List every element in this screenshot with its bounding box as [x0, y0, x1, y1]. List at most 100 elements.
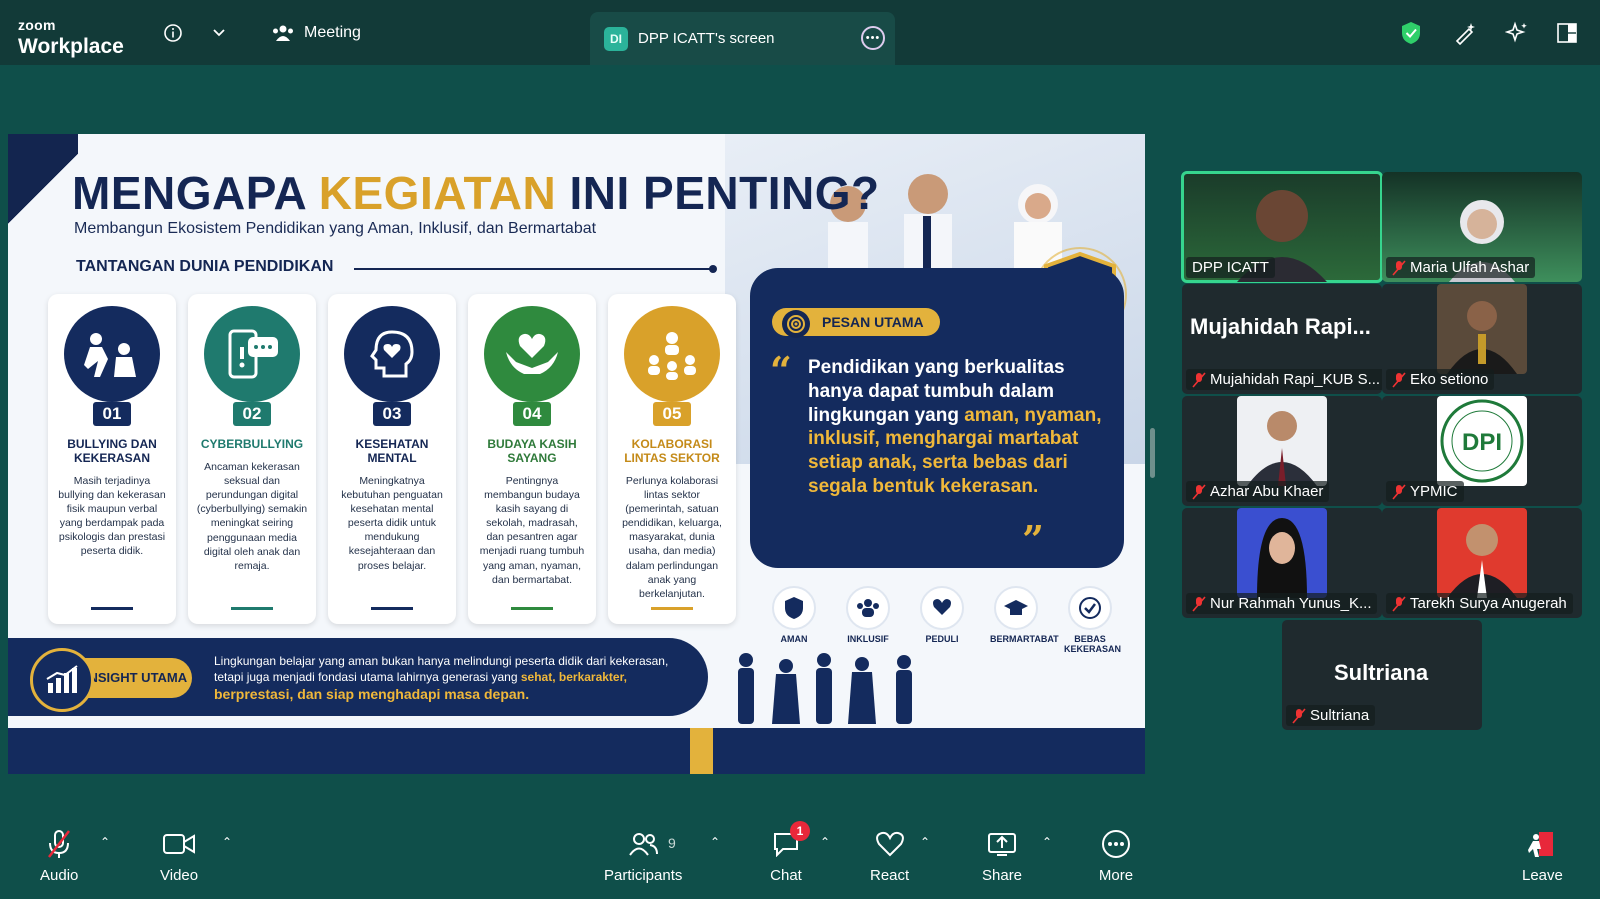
participant-name-tag: Azhar Abu Khaer: [1186, 481, 1330, 502]
open-quote-mark: “: [770, 348, 792, 393]
video-options-caret-icon[interactable]: ⌃: [222, 835, 232, 849]
info-icon[interactable]: [160, 20, 186, 46]
card-description: Meningkatnya kebutuhan penguatan kesehat…: [341, 474, 443, 572]
card-underline: [651, 607, 693, 610]
card-description: Pentingnya membangun budaya kasih sayang…: [479, 474, 585, 586]
participant-tile[interactable]: Sultriana Sultriana: [1282, 620, 1482, 730]
key-message-box: PESAN UTAMA “ Pendidikan yang berkualita…: [750, 268, 1124, 568]
participants-icon: [625, 827, 661, 861]
react-button[interactable]: React: [870, 827, 909, 884]
chat-unread-badge: 1: [790, 821, 810, 841]
card-title: CYBERBULLYING: [200, 437, 304, 451]
slide-subtitle: Membangun Ekosistem Pendidikan yang Aman…: [74, 220, 597, 237]
close-quote-mark: ”: [1022, 517, 1044, 562]
annotate-icon[interactable]: [1452, 20, 1478, 46]
students-silhouette: [738, 653, 912, 724]
mic-muted-icon: [1192, 595, 1206, 612]
participant-tile[interactable]: DPP ICATT: [1181, 171, 1383, 283]
shared-screen-slide: MENGAPA KEGIATAN INI PENTING? Membangun …: [8, 134, 1145, 774]
card-description: Perlunya kolaborasi lintas sektor (pemer…: [622, 474, 722, 600]
chat-button[interactable]: 1 Chat: [768, 821, 810, 884]
meeting-toolbar: Audio ⌃ Video ⌃ Participants 9 ⌃ 1 Chat …: [0, 815, 1600, 899]
chevron-down-icon[interactable]: [206, 20, 232, 46]
challenge-card: 01 BULLYING DAN KEKERASAN Masih terjadin…: [48, 294, 176, 624]
participants-options-caret-icon[interactable]: ⌃: [710, 835, 720, 849]
participant-name-tag: YPMIC: [1386, 481, 1464, 502]
more-button[interactable]: More: [1098, 827, 1134, 884]
meeting-view-button[interactable]: Meeting: [272, 24, 361, 42]
video-button[interactable]: Video: [160, 827, 198, 884]
mic-muted-icon: [1392, 595, 1406, 612]
screen-share-title: DPP ICATT's screen: [638, 30, 775, 47]
card-underline: [91, 607, 133, 610]
ypmic-logo: DPI: [1437, 396, 1527, 486]
participant-tile[interactable]: Maria Ulfah Ashar: [1382, 172, 1582, 282]
slide-corner-stripe: [8, 134, 78, 244]
participant-tile[interactable]: Azhar Abu Khaer: [1182, 396, 1382, 506]
heart-icon: [872, 827, 908, 861]
svg-text:DPI: DPI: [1462, 429, 1502, 456]
leave-door-icon: [1524, 827, 1560, 861]
ai-companion-icon[interactable]: [1504, 20, 1530, 46]
participant-name-tag: Nur Rahmah Yunus_K...: [1186, 593, 1378, 614]
card-title: KESEHATAN MENTAL: [355, 437, 429, 465]
mic-muted-icon: [1392, 483, 1406, 500]
group-icon: [846, 586, 890, 630]
share-more-icon[interactable]: •••: [861, 26, 885, 50]
bullying-icon: 01: [64, 306, 160, 426]
video-camera-icon: [161, 827, 197, 861]
zoom-workplace-logo: zoom Workplace: [18, 18, 124, 57]
slide-title: MENGAPA KEGIATAN INI PENTING?: [72, 167, 880, 219]
card-description: Ancaman kekerasan seksual dan perundunga…: [196, 460, 308, 572]
leave-button[interactable]: Leave: [1522, 827, 1563, 884]
key-message-label: PESAN UTAMA: [772, 308, 940, 338]
top-bar: zoom Workplace Meeting DI DPP ICATT's sc…: [0, 0, 1600, 65]
profile-photo: [1437, 508, 1527, 598]
people-icon: [273, 25, 293, 41]
share-screen-icon: [984, 827, 1020, 861]
card-number: 01: [93, 402, 131, 426]
audio-button[interactable]: Audio: [40, 827, 78, 884]
screen-share-tab[interactable]: DI DPP ICATT's screen •••: [590, 12, 895, 65]
video-label: Video: [160, 867, 199, 884]
graduation-cap-icon: [994, 586, 1038, 630]
insight-text: Lingkungan belajar yang aman bukan hanya…: [214, 654, 669, 703]
participant-name-tag: Tarekh Surya Anugerah: [1386, 593, 1573, 614]
participant-name-tag: Maria Ulfah Ashar: [1386, 257, 1536, 278]
participant-display-name: Mujahidah Rapi...: [1190, 314, 1371, 339]
participant-tile[interactable]: Mujahidah Rapi... Mujahidah Rapi_KUB S..…: [1182, 284, 1382, 394]
panel-resize-handle[interactable]: [1150, 428, 1155, 478]
value-item: BERMARTABAT: [990, 586, 1059, 654]
react-options-caret-icon[interactable]: ⌃: [920, 835, 930, 849]
participant-tile[interactable]: DPI YPMIC: [1382, 396, 1582, 506]
target-icon: [782, 310, 810, 338]
chat-label: Chat: [770, 867, 802, 884]
card-underline: [371, 607, 413, 610]
share-options-caret-icon[interactable]: ⌃: [1042, 835, 1052, 849]
challenge-card: 04 BUDAYA KASIH SAYANG Pentingnya memban…: [468, 294, 596, 624]
leave-label: Leave: [1522, 867, 1563, 884]
share-button[interactable]: Share: [982, 827, 1022, 884]
card-title: KOLABORASI LINTAS SEKTOR: [624, 437, 720, 465]
participant-tile[interactable]: Eko setiono: [1382, 284, 1582, 394]
card-description: Masih terjadinya bullying dan kekerasan …: [58, 474, 166, 558]
mic-muted-icon: [1392, 259, 1406, 276]
share-label: Share: [982, 867, 1023, 884]
security-shield-icon[interactable]: [1398, 20, 1424, 46]
card-number: 03: [373, 402, 411, 426]
audio-options-caret-icon[interactable]: ⌃: [100, 835, 110, 849]
react-label: React: [870, 867, 910, 884]
participants-label: Participants: [604, 867, 683, 884]
collaboration-network-icon: 05: [624, 306, 720, 426]
chat-options-caret-icon[interactable]: ⌃: [820, 835, 830, 849]
mic-muted-icon: [1292, 707, 1306, 724]
section-divider: [354, 265, 717, 273]
participant-tile[interactable]: Tarekh Surya Anugerah: [1382, 508, 1582, 618]
mic-muted-icon: [1192, 371, 1206, 388]
logo-zoom-text: zoom: [18, 17, 56, 33]
participant-tile[interactable]: Nur Rahmah Yunus_K...: [1182, 508, 1382, 618]
caring-heart-icon: [920, 586, 964, 630]
more-icon: [1098, 827, 1134, 861]
challenge-card: 02 CYBERBULLYING Ancaman kekerasan seksu…: [188, 294, 316, 624]
view-layout-icon[interactable]: [1554, 20, 1580, 46]
